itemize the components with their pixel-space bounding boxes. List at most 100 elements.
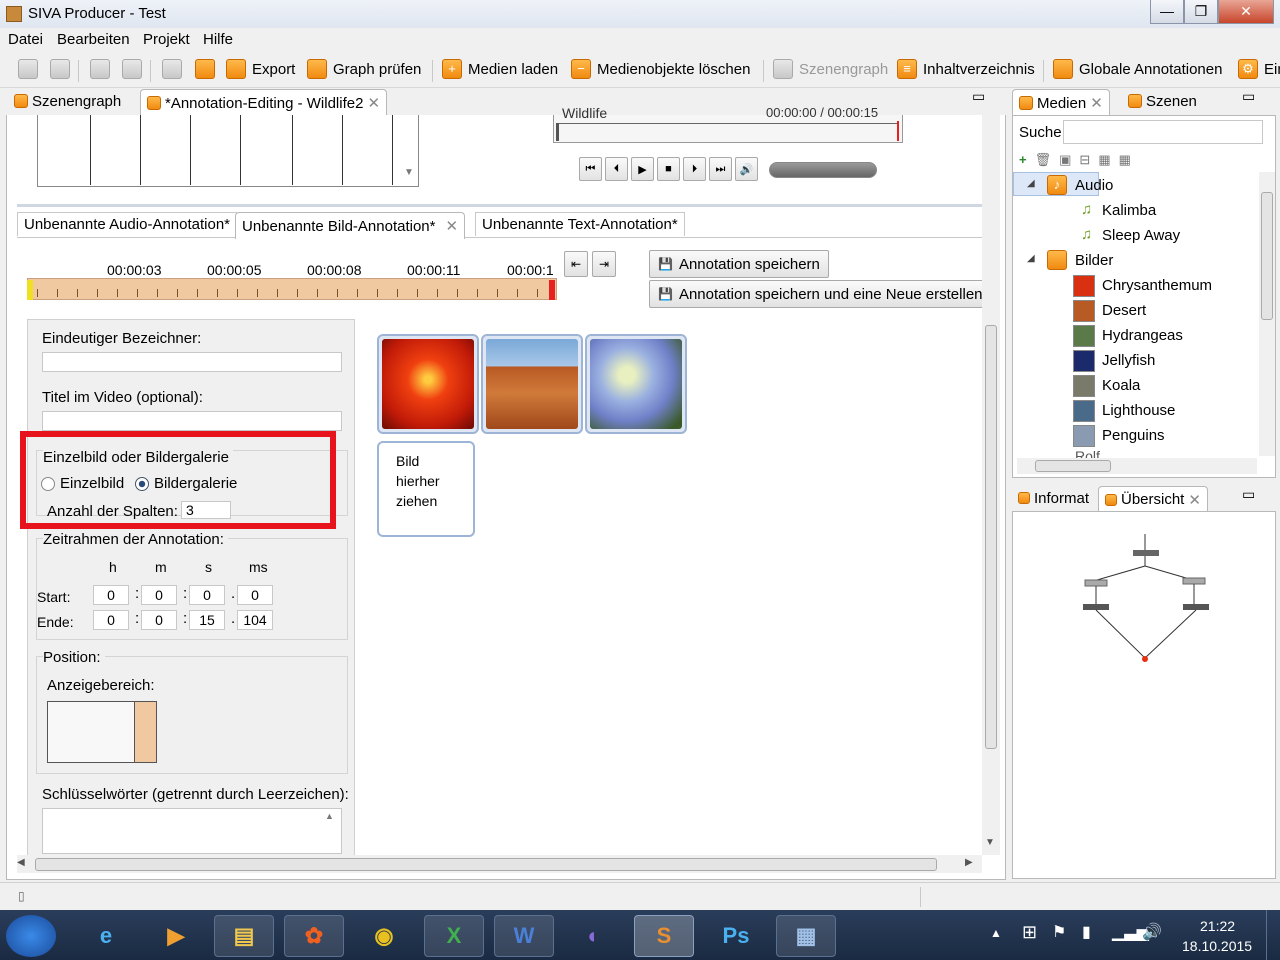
scroll-down-icon[interactable]: ▼ [404,167,414,178]
display-area-preview[interactable] [47,701,157,763]
undo-icon[interactable] [90,59,110,79]
scroll-right-icon[interactable]: ▶ [965,857,973,868]
tree-item-lighthouse[interactable]: Lighthouse [1102,402,1175,419]
collapse-icon[interactable]: ⊟ [1079,152,1090,168]
next-frame-button[interactable]: ⏵ [683,157,706,181]
timeline-end-marker[interactable] [549,280,555,300]
tab-audio-annotation[interactable]: Unbenannte Audio-Annotation* [17,212,238,236]
eclipse-icon[interactable]: ◐ [564,915,624,957]
ende-h-input[interactable]: 0 [93,610,129,630]
start-h-input[interactable]: 0 [93,585,129,605]
filter-icon[interactable]: ▦ [1098,152,1110,168]
tree-item-koala[interactable]: Koala [1102,377,1140,394]
windows-tray-icon[interactable]: ⊞ [1022,922,1037,943]
show-desktop-button[interactable] [1266,910,1280,960]
vertical-scrollbar[interactable]: ▼ [982,115,1000,855]
close-icon[interactable]: ✕ [367,94,380,112]
volume-icon[interactable]: 🔊 [735,157,758,181]
ende-m-input[interactable]: 0 [141,610,177,630]
scene-graph-overview[interactable] [1013,512,1275,878]
titel-input[interactable] [42,411,342,431]
toc-button[interactable]: ≡ Inhaltverzeichnis [897,58,1035,80]
start-m-input[interactable]: 0 [141,585,177,605]
close-icon[interactable]: ✕ [1090,94,1103,112]
scroll-down-icon[interactable]: ▼ [985,837,995,848]
excel-icon[interactable]: X [424,915,484,957]
start-ms-input[interactable]: 0 [237,585,273,605]
minimize-button[interactable]: — [1150,0,1184,24]
tree-item-bilder[interactable]: Bilder [1075,252,1113,269]
tab-szenen[interactable]: Szenen [1122,89,1203,113]
filter2-icon[interactable]: ▦ [1119,152,1131,168]
tab-medien[interactable]: Medien ✕ [1012,89,1110,116]
expand-arrow-icon[interactable]: ◢ [1027,178,1035,189]
new-icon[interactable] [18,59,38,79]
tab-szenengraph[interactable]: Szenengraph [8,89,127,113]
menu-hilfe[interactable]: Hilfe [203,31,233,48]
ende-s-input[interactable]: 15 [189,610,225,630]
expand-icon[interactable]: ▣ [1059,152,1071,168]
scrollbar-thumb[interactable] [1035,460,1111,472]
flag-icon[interactable]: ⚑ [1052,922,1066,942]
close-icon[interactable]: ✕ [445,217,458,235]
stop-button[interactable]: ■ [657,157,680,181]
minimize-view-icon[interactable]: ▭ [972,88,985,105]
scrollbar-thumb[interactable] [1261,192,1273,320]
scrollbar-thumb[interactable] [35,858,937,871]
save-and-new-button[interactable]: 💾 Annotation speichern und eine Neue erst… [649,280,984,308]
chrome-icon[interactable]: ◉ [354,915,414,957]
export-button[interactable]: Export [226,58,295,80]
photo-app-icon[interactable]: ✿ [284,915,344,957]
minimize-view-icon[interactable]: ▭ [1242,88,1255,105]
close-button[interactable]: ✕ [1218,0,1274,24]
scrollbar-thumb[interactable] [985,325,997,749]
word-icon[interactable]: W [494,915,554,957]
minimize-view-icon[interactable]: ▭ [1242,486,1255,503]
image-dropzone[interactable]: Bild hierher ziehen [377,441,475,537]
settings-button[interactable]: ⚙Ein [1238,58,1280,80]
save-annotation-button[interactable]: 💾 Annotation speichern [649,250,829,278]
tab-information[interactable]: Informat [1012,486,1095,510]
last-frame-button[interactable]: ⏭ [709,157,732,181]
scroll-left-icon[interactable]: ◀ [17,857,25,868]
trash-icon[interactable]: 🗑 [1035,152,1052,168]
menu-datei[interactable]: Datei [8,31,43,48]
add-icon[interactable]: + [1019,152,1027,168]
set-start-button[interactable]: ⇤ [564,251,588,277]
keywords-input[interactable]: ▲ [42,808,342,854]
global-annotations-button[interactable]: Globale Annotationen [1053,58,1222,80]
tray-arrow-icon[interactable]: ▲ [990,926,1002,940]
load-media-button[interactable]: + Medien laden [442,58,558,80]
tree-item-hydrangeas[interactable]: Hydrangeas [1102,327,1183,344]
gallery-image-chrysanthemum[interactable] [377,334,479,434]
horizontal-scrollbar[interactable]: ◀ ▶ [17,855,982,873]
siva-icon[interactable]: S [634,915,694,957]
scene-graph-button[interactable]: Szenengraph [773,58,888,80]
first-frame-button[interactable]: ⏮ [579,157,602,181]
tree-item-sleep-away[interactable]: Sleep Away [1102,227,1180,244]
prev-frame-button[interactable]: ⏴ [605,157,628,181]
clock-date[interactable]: 18.10.2015 [1182,938,1252,954]
photoshop-icon[interactable]: Ps [706,915,766,957]
save-icon[interactable] [162,59,182,79]
search-input[interactable] [1063,120,1263,144]
menu-projekt[interactable]: Projekt [143,31,190,48]
media-player-icon[interactable]: ▶ [146,915,206,957]
tree-item-jellyfish[interactable]: Jellyfish [1102,352,1155,369]
close-icon[interactable]: ✕ [1188,491,1201,509]
properties-icon[interactable] [195,59,215,79]
set-end-button[interactable]: ⇥ [592,251,616,277]
start-s-input[interactable]: 0 [189,585,225,605]
volume-tray-icon[interactable]: 🔊 [1142,922,1162,942]
playhead-end[interactable] [897,121,899,141]
explorer-icon[interactable]: ▤ [214,915,274,957]
tab-image-annotation[interactable]: Unbenannte Bild-Annotation* ✕ [235,212,466,239]
start-button[interactable] [6,915,56,957]
tree-item-kalimba[interactable]: Kalimba [1102,202,1156,219]
ende-ms-input[interactable]: 104 [237,610,273,630]
timeline-start-marker[interactable] [27,280,33,300]
delete-media-button[interactable]: − Medienobjekte löschen [571,58,750,80]
volume-slider[interactable] [769,162,877,178]
play-button[interactable]: ▶ [631,157,654,181]
display-area-region[interactable] [134,702,156,762]
